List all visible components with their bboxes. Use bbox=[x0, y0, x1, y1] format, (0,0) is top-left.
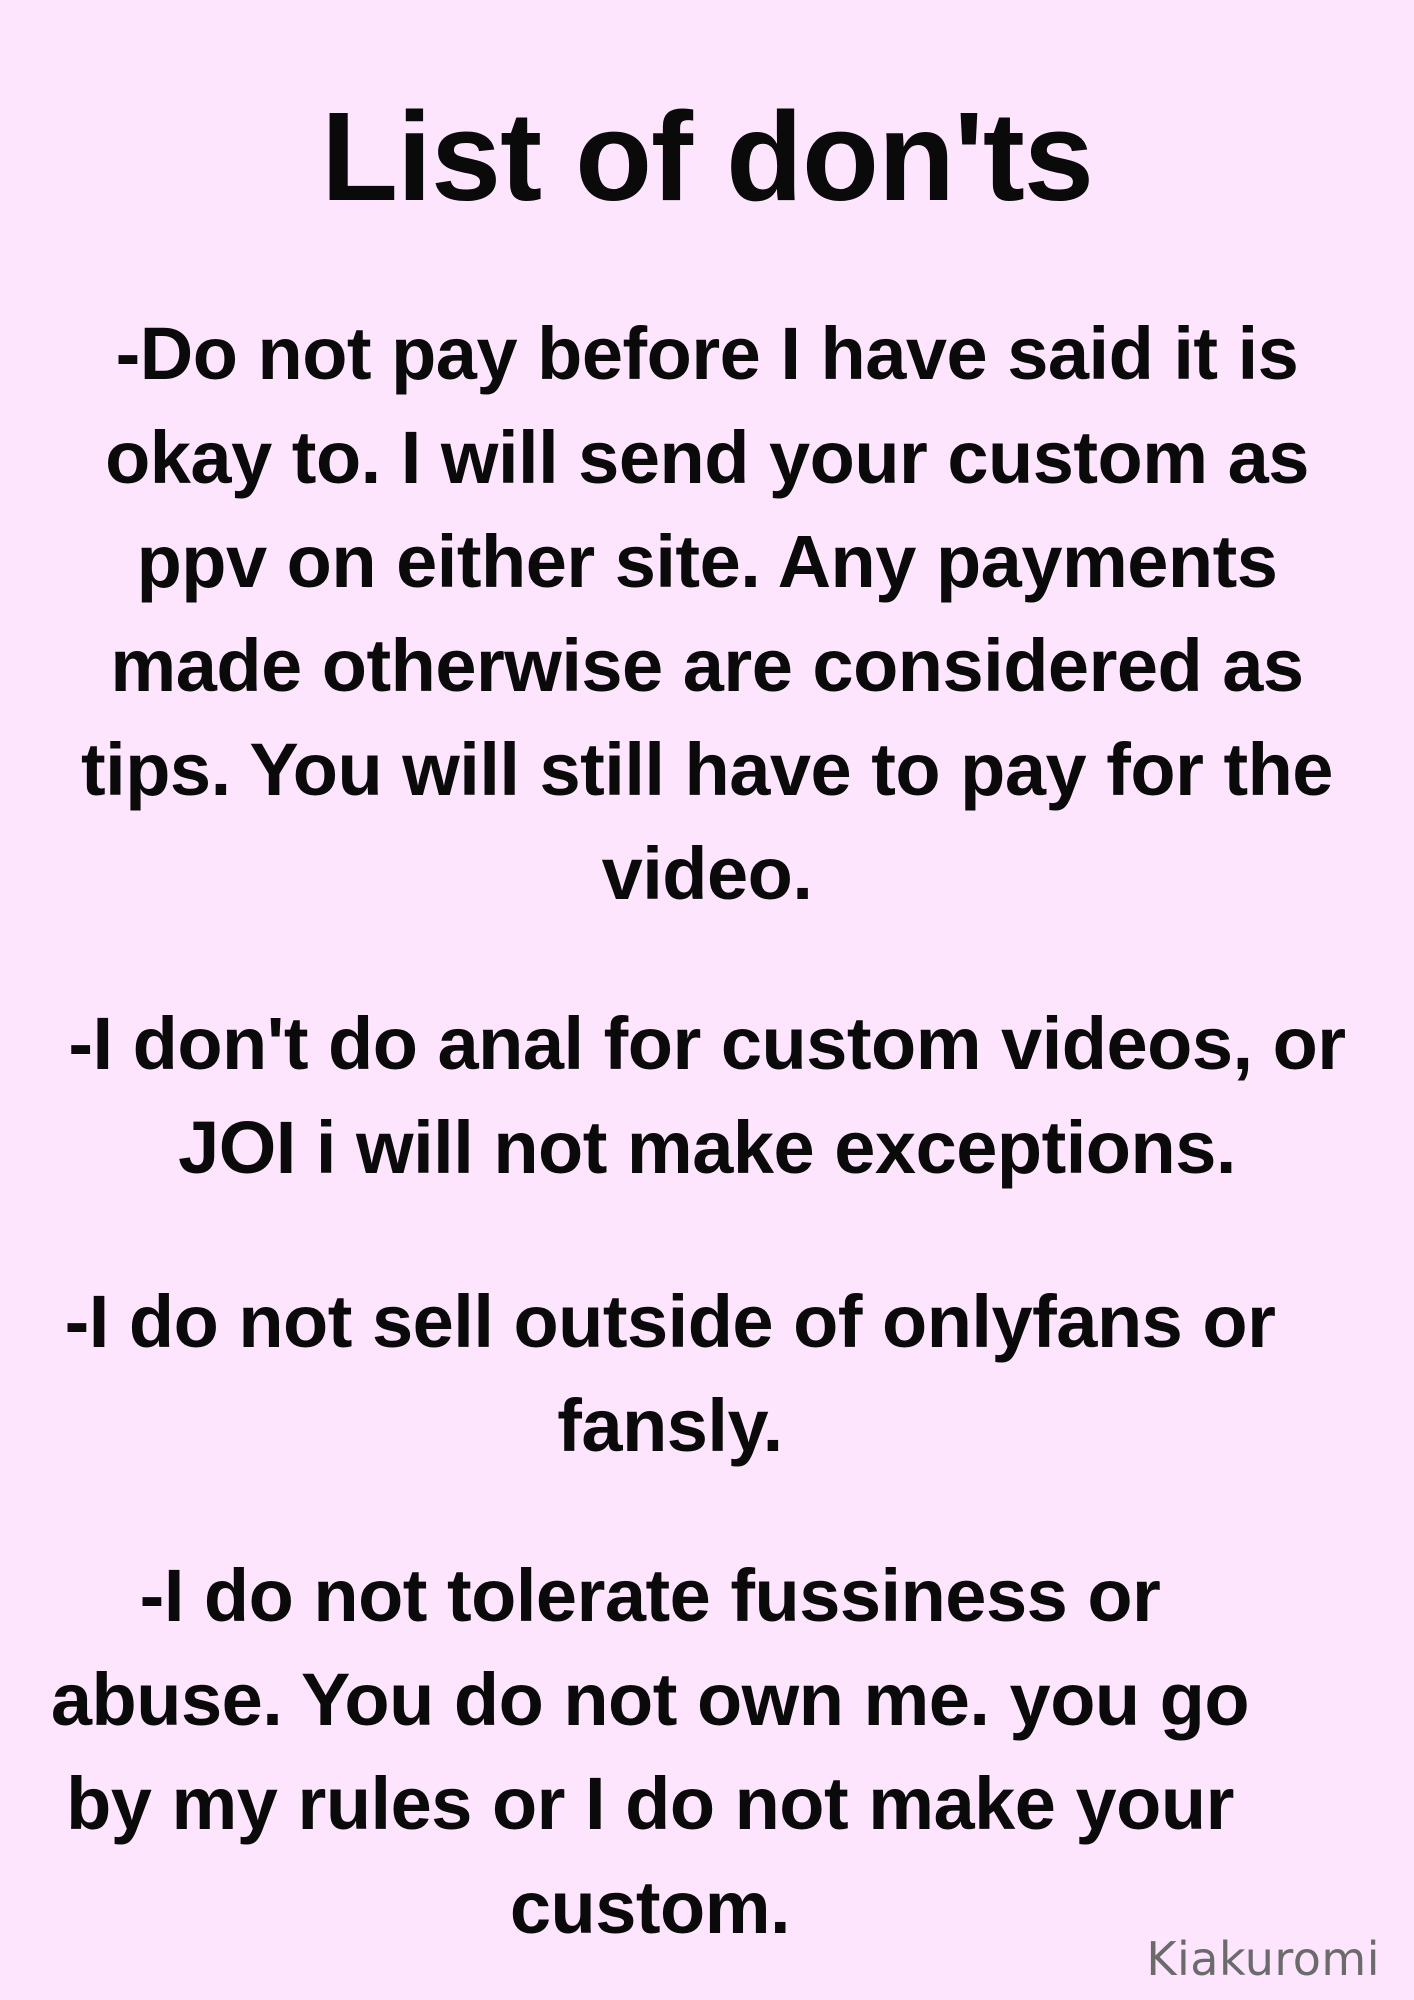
rule-no-early-payment: -Do not pay before I have said it is oka… bbox=[10, 302, 1404, 926]
author-watermark: Kiakuromi bbox=[1146, 1932, 1380, 1986]
rule-content-limits: -I don't do anal for custom videos, or J… bbox=[10, 992, 1404, 1200]
rule-conduct: -I do not tolerate fussiness or abuse. Y… bbox=[0, 1544, 1300, 1960]
rule-selling-platforms: -I do not sell outside of onlyfans or fa… bbox=[0, 1270, 1340, 1478]
rule-line: -Do not pay before I have said it is bbox=[115, 312, 1299, 395]
rule-line: -I do not tolerate fussiness or bbox=[139, 1554, 1161, 1637]
rule-line: -I don't do anal for custom videos, or bbox=[68, 1002, 1346, 1085]
rule-line: fansly. bbox=[557, 1384, 783, 1467]
rule-line: JOI i will not make exceptions. bbox=[178, 1106, 1236, 1189]
document-page: List of don'ts -Do not pay before I have… bbox=[0, 0, 1414, 2000]
rule-line: video. bbox=[601, 832, 813, 915]
rule-line: okay to. I will send your custom as bbox=[105, 416, 1309, 499]
page-title: List of don'ts bbox=[321, 86, 1094, 227]
rule-line: custom. bbox=[509, 1866, 791, 1949]
rule-line: tips. You will still have to pay for the bbox=[81, 728, 1333, 811]
rule-line: ppv on either site. Any payments bbox=[136, 520, 1278, 603]
rule-line: -I do not sell outside of onlyfans or bbox=[64, 1280, 1276, 1363]
rule-line: abuse. You do not own me. you go bbox=[50, 1658, 1250, 1741]
rule-line: by my rules or I do not make your bbox=[66, 1762, 1234, 1845]
rule-line: made otherwise are considered as bbox=[110, 624, 1304, 707]
